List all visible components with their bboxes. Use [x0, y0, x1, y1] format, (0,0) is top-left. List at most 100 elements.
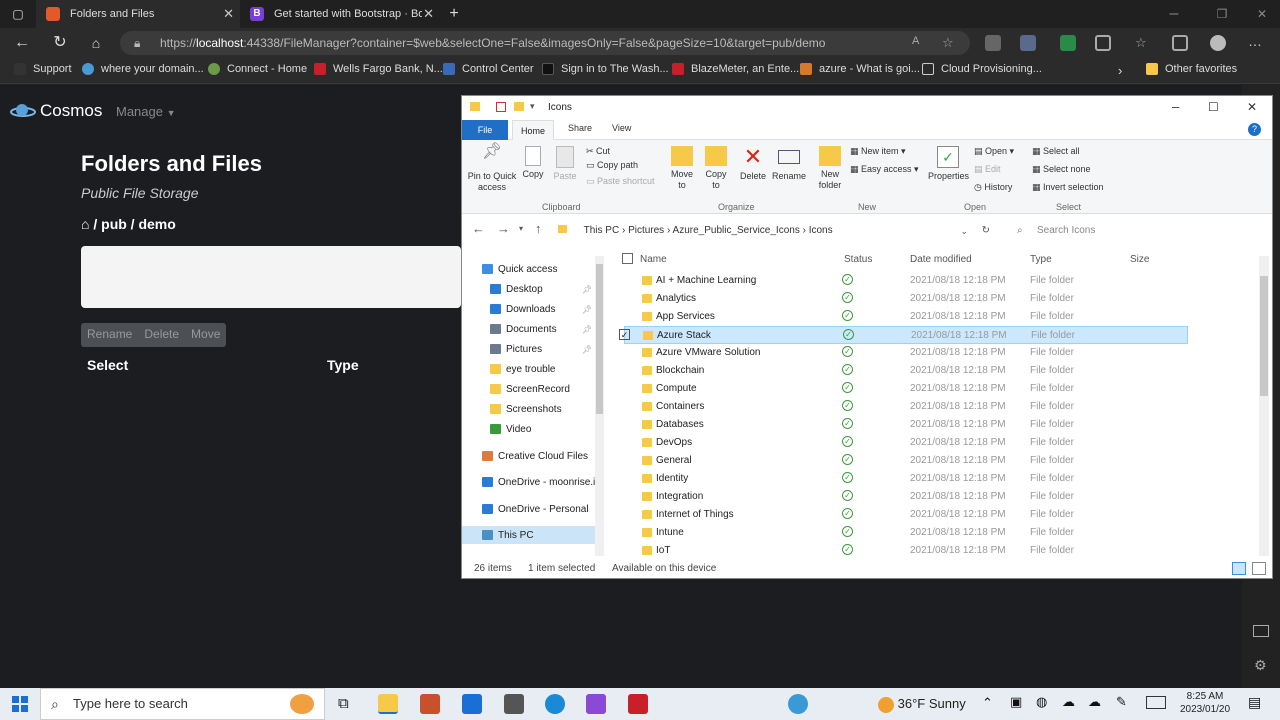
extension-icon[interactable]: [985, 35, 1001, 51]
help-icon[interactable]: ?: [1248, 123, 1261, 136]
file-row[interactable]: Analytics ✓ 2021/08/18 12:18 PM File folder: [624, 290, 1188, 308]
outlook-taskbar-icon[interactable]: [462, 694, 482, 714]
more-menu-icon[interactable]: …: [1248, 34, 1264, 51]
file-scroll-thumb[interactable]: [1260, 276, 1268, 396]
move-button[interactable]: Move: [185, 323, 226, 347]
rename-button[interactable]: Rename: [81, 323, 138, 347]
favorite-star-icon[interactable]: ☆: [942, 35, 958, 51]
file-explorer-taskbar-icon[interactable]: [378, 694, 398, 714]
visual-studio-taskbar-icon[interactable]: [586, 694, 606, 714]
tab-folders-and-files[interactable]: Folders and Files ✕: [36, 0, 240, 28]
move-to-button[interactable]: Move to: [668, 146, 696, 191]
nav-scrollbar[interactable]: [595, 256, 604, 556]
new-folder-button[interactable]: New folder: [816, 146, 844, 191]
tray-icon[interactable]: ☁: [1088, 694, 1101, 710]
read-aloud-icon[interactable]: A: [912, 35, 928, 51]
search-box[interactable]: ⌕ Search Icons: [1007, 221, 1267, 241]
nav-item[interactable]: Creative Cloud Files: [462, 447, 602, 465]
properties-button[interactable]: ✓ Properties: [928, 146, 969, 182]
file-row[interactable]: AI + Machine Learning ✓ 2021/08/18 12:18 P…: [624, 272, 1188, 290]
details-view-icon[interactable]: [1232, 562, 1246, 575]
settings-gear-icon[interactable]: ⚙: [1254, 657, 1267, 674]
favorite-blazemeter[interactable]: BlazeMeter, an Ente...: [672, 63, 799, 75]
file-row[interactable]: Integration ✓ 2021/08/18 12:18 PM File fold…: [624, 488, 1188, 506]
app-taskbar-icon[interactable]: [420, 694, 440, 714]
nav-item[interactable]: Pictures 📌︎: [462, 340, 602, 358]
tab-view[interactable]: View: [612, 123, 631, 133]
tray-chevron-icon[interactable]: ⌃: [982, 695, 993, 711]
column-name[interactable]: Name: [640, 254, 667, 265]
windows-start-icon[interactable]: [12, 696, 28, 712]
task-view-icon[interactable]: ⧉: [338, 694, 358, 714]
close-tab-icon[interactable]: ✕: [423, 6, 434, 22]
copy-to-button[interactable]: Copy to: [702, 146, 730, 191]
refresh-icon[interactable]: ↻: [50, 33, 70, 53]
favorite-control-center[interactable]: Control Center: [443, 63, 534, 75]
delete-button[interactable]: Delete: [138, 323, 185, 347]
breadcrumb-path[interactable]: / pub / demo: [93, 216, 175, 232]
minimize-window-icon[interactable]: –: [1164, 4, 1184, 24]
history-button[interactable]: ◷ History: [974, 182, 1012, 193]
manage-menu[interactable]: Manage ▼: [116, 104, 176, 119]
file-row[interactable]: Compute ✓ 2021/08/18 12:18 PM File folder: [624, 380, 1188, 398]
favorite-support[interactable]: Support: [14, 63, 72, 75]
select-none-button[interactable]: ▦ Select none: [1032, 164, 1091, 175]
file-row[interactable]: IoT ✓ 2021/08/18 12:18 PM File folder: [624, 542, 1188, 560]
file-row[interactable]: ✓ Azure Stack ✓ 2021/08/18 12:18 PM File fol…: [619, 326, 1188, 344]
home-icon[interactable]: ⌂: [81, 216, 89, 232]
file-list-scrollbar[interactable]: [1259, 256, 1269, 556]
extension-icon[interactable]: [1060, 35, 1076, 51]
new-tab-icon[interactable]: +: [444, 4, 464, 24]
file-row[interactable]: Identity ✓ 2021/08/18 12:18 PM File folder: [624, 470, 1188, 488]
forward-icon[interactable]: →: [497, 221, 510, 236]
tab-bootstrap[interactable]: B Get started with Bootstrap · Boo ✕: [240, 0, 440, 28]
invert-selection-button[interactable]: ▦ Invert selection: [1032, 182, 1104, 193]
app-taskbar-icon[interactable]: [504, 694, 524, 714]
column-status[interactable]: Status: [844, 254, 872, 265]
favorite-azure[interactable]: azure - What is goi...: [800, 63, 920, 75]
path-dropdown-icon[interactable]: ⌄: [960, 221, 968, 241]
up-icon[interactable]: ↑: [535, 221, 542, 236]
favorite-washington[interactable]: Sign in to The Wash...: [542, 63, 669, 75]
extensions-puzzle-icon[interactable]: [1095, 35, 1111, 51]
file-row[interactable]: Internet of Things ✓ 2021/08/18 12:18 PM Fi…: [624, 506, 1188, 524]
maximize-window-icon[interactable]: ❐: [1212, 4, 1232, 24]
file-row[interactable]: Intune ✓ 2021/08/18 12:18 PM File folder: [624, 524, 1188, 542]
file-row[interactable]: Blockchain ✓ 2021/08/18 12:18 PM File folde…: [624, 362, 1188, 380]
delete-button[interactable]: ✕ Delete: [738, 146, 768, 182]
tray-icon[interactable]: ◍: [1036, 694, 1047, 710]
edit-button[interactable]: ▤ Edit: [974, 164, 1001, 175]
copy-button[interactable]: Copy: [520, 146, 546, 180]
path-pictures[interactable]: Pictures: [628, 225, 664, 236]
properties-quick-icon[interactable]: [496, 102, 506, 112]
back-icon[interactable]: ←: [472, 221, 485, 236]
customize-toolbar-icon[interactable]: ▾: [530, 101, 535, 112]
favorite-wells-fargo[interactable]: Wells Fargo Bank, N...: [314, 63, 443, 75]
tab-actions-icon[interactable]: ▢: [8, 4, 28, 24]
edge-taskbar-icon[interactable]: [545, 694, 565, 714]
file-row[interactable]: DevOps ✓ 2021/08/18 12:18 PM File folder: [624, 434, 1188, 452]
minimize-icon[interactable]: –: [1172, 99, 1179, 114]
copy-path-button[interactable]: ▭ Copy path: [586, 160, 638, 171]
collections-icon[interactable]: [1172, 35, 1188, 51]
paste-button[interactable]: Paste: [552, 146, 578, 182]
close-window-icon[interactable]: ✕: [1252, 4, 1272, 24]
notifications-icon[interactable]: ▤: [1248, 694, 1261, 711]
nav-item[interactable]: eye trouble: [462, 360, 602, 378]
favorites-icon[interactable]: ☆: [1135, 35, 1151, 51]
large-icons-view-icon[interactable]: [1252, 562, 1266, 575]
nav-scroll-thumb[interactable]: [596, 264, 603, 414]
close-icon[interactable]: ✕: [1247, 100, 1257, 114]
home-icon[interactable]: ⌂: [86, 33, 106, 53]
cut-button[interactable]: ✂ Cut: [586, 146, 610, 157]
upload-dropzone[interactable]: [81, 246, 461, 308]
profile-avatar-icon[interactable]: [1210, 35, 1226, 51]
nav-item[interactable]: OneDrive - Personal: [462, 500, 602, 518]
tray-icon[interactable]: ▣: [1010, 694, 1022, 710]
column-size[interactable]: Size: [1130, 254, 1149, 265]
easy-access-button[interactable]: ▦ Easy access ▾: [850, 164, 919, 175]
nav-item[interactable]: Desktop 📌︎: [462, 280, 602, 298]
nav-item[interactable]: Video: [462, 420, 602, 438]
close-tab-icon[interactable]: ✕: [223, 6, 234, 22]
file-row[interactable]: General ✓ 2021/08/18 12:18 PM File folder: [624, 452, 1188, 470]
